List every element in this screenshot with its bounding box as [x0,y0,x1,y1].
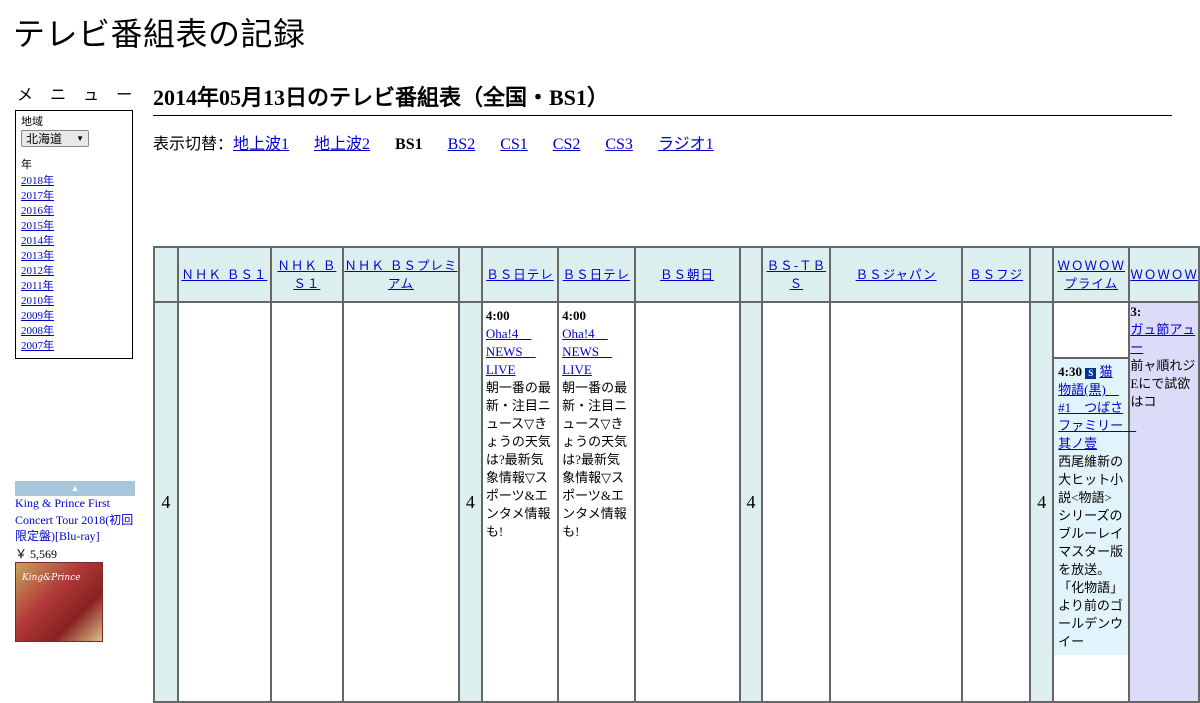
program-cell-empty [829,301,963,703]
hour-cell: 4 [1029,301,1055,703]
switch-current-bs1: BS1 [395,136,423,153]
switcher-label: 表示切替： [153,136,234,153]
channel-link[interactable]: ＢＳ朝日 [660,267,714,282]
year-link-2010[interactable]: 2010年 [21,295,54,307]
year-link-2015[interactable]: 2015年 [21,220,54,232]
menu-box: 地域 北海道 ▼ 年 2018年 2017年 2016年 2015年 2014年… [15,110,133,359]
ad-product-link[interactable]: King & Prince First Concert Tour 2018(初回… [15,495,137,545]
program-title-link[interactable]: Oha!4 NEWS LIVE [486,326,536,377]
channel-header: ＷＯＷＯＷプライム [1052,246,1131,303]
channel-link[interactable]: ＮＨＫ ＢＳプレミアム [344,258,457,291]
year-link-2012[interactable]: 2012年 [21,265,54,277]
program-title-link[interactable]: ガュ節アュー [1131,322,1195,355]
channel-header: ＮＨＫ ＢＳ１ [176,246,272,303]
channel-header: ＢＳ日テレ [480,246,560,303]
channel-link[interactable]: ＢＳフジ [969,267,1023,282]
ad-price: ￥ 5,569 [15,547,58,561]
channel-link[interactable]: ＮＨＫ ＢＳ１ [181,267,267,282]
program-time: 4:30 [1058,364,1082,379]
schedule-table: ＮＨＫ ＢＳ１ ＮＨＫ ＢＳ１ ＮＨＫ ＢＳプレミアム ＢＳ日テレ ＢＳ日テレ … [153,246,1200,703]
region-select-value: 北海道 [26,132,63,146]
program-time: 4:00 [485,308,510,323]
chevron-down-icon: ▼ [76,134,84,143]
program-block: 4:30 S 猫物語(黒) #1 つばさファミリー 其ノ壹 西尾維新の大ヒット小… [1054,359,1136,655]
program-block-empty [1054,303,1129,359]
program-cell: 4:30 S 猫物語(黒) #1 つばさファミリー 其ノ壹 西尾維新の大ヒット小… [1052,301,1136,703]
switch-link-cs2[interactable]: CS2 [553,136,581,153]
channel-link[interactable]: ＷＯＷＯＷ [1131,267,1197,282]
hour-cell: 4 [153,301,179,703]
hour-cell: 4 [738,301,764,703]
channel-header: ＷＯＷＯＷ [1128,246,1200,303]
program-description: 朝一番の最新・注目ニュース▽きょうの天気は?最新気象情報▽スポーツ&エンタメ情報… [485,380,551,539]
program-description: 前ャ順れジEにで試欲はコ [1130,358,1196,409]
menu-title: メ ニ ュ ー [17,85,139,104]
program-cell-empty [269,301,344,703]
year-link-2016[interactable]: 2016年 [21,205,54,217]
switch-link-terrestrial-1[interactable]: 地上波1 [233,136,289,153]
program-description: 朝一番の最新・注目ニュース▽きょうの天気は?最新気象情報▽スポーツ&エンタメ情報… [562,380,628,539]
switch-link-bs2[interactable]: BS2 [448,136,476,153]
program-cell-empty [633,301,741,703]
channel-link[interactable]: ＢＳ日テレ [563,267,631,282]
program-cell-empty [960,301,1032,703]
channel-header: ＢＳジャパン [829,246,963,303]
year-link-2014[interactable]: 2014年 [21,235,54,247]
switch-link-radio-1[interactable]: ラジオ1 [658,136,714,153]
ad-product-image[interactable]: King&Prince [15,562,103,642]
ad-scroll-up-button[interactable]: ▲ [15,481,135,496]
switch-link-terrestrial-2[interactable]: 地上波2 [314,136,370,153]
program-description: 西尾維新の大ヒット小説<物語>シリーズのブルーレイマスター版を放送。「化物語」よ… [1058,454,1124,649]
year-link-2009[interactable]: 2009年 [21,310,54,322]
program-time: 4:00 [562,308,587,323]
year-link-2007[interactable]: 2007年 [21,340,54,352]
program-cell: 3: ガュ節アュー 前ャ順れジEにで試欲はコ [1128,301,1200,703]
year-list: 2018年 2017年 2016年 2015年 2014年 2013年 2012… [21,174,127,354]
channel-header: ＢＳフジ [960,246,1032,303]
program-cell-empty [341,301,460,703]
year-label: 年 [21,159,32,171]
hour-header-cell [738,246,764,303]
page-title: 2014年05月13日のテレビ番組表（全国・BS1） [153,82,1172,116]
hour-header-cell [153,246,179,303]
year-link-2018[interactable]: 2018年 [21,175,54,187]
hour-header-cell [457,246,483,303]
channel-link[interactable]: ＷＯＷＯＷプライム [1057,258,1125,291]
program-cell-empty [761,301,832,703]
program-cell: 4:00 Oha!4 NEWS LIVE 朝一番の最新・注目ニュース▽きょうの天… [557,301,636,703]
region-label: 地域 [21,116,43,128]
subtitle-s-icon: S [1085,367,1097,379]
chevron-up-icon: ▲ [70,483,80,493]
channel-link[interactable]: ＮＨＫ ＢＳ１ [277,258,336,291]
channel-header: ＮＨＫ ＢＳ１ [269,246,344,303]
schedule-row: 4 4 4:00 Oha!4 NEWS LIVE 朝一番の最新・注目ニュース▽き… [153,301,1200,703]
year-link-2017[interactable]: 2017年 [21,190,54,202]
program-cell: 4:00 Oha!4 NEWS LIVE 朝一番の最新・注目ニュース▽きょうの天… [480,301,560,703]
channel-header: ＢＳ-ＴＢＳ [761,246,832,303]
program-time: 3: [1130,304,1142,319]
region-select[interactable]: 北海道 ▼ [21,130,89,147]
switch-link-cs3[interactable]: CS3 [605,136,633,153]
year-link-2008[interactable]: 2008年 [21,325,54,337]
program-cell-empty [176,301,272,703]
channel-link[interactable]: ＢＳ-ＴＢＳ [767,258,827,291]
ad-image-logo: King&Prince [22,573,81,583]
channel-header: ＢＳ朝日 [633,246,741,303]
program-title-link[interactable]: Oha!4 NEWS LIVE [562,326,612,377]
year-link-2013[interactable]: 2013年 [21,250,54,262]
hour-cell: 4 [457,301,483,703]
channel-link[interactable]: ＢＳジャパン [856,267,937,282]
view-switcher: 表示切替：地上波1 地上波2 BS1 BS2 CS1 CS2 CS3 ラジオ1 [153,135,735,155]
site-title: テレビ番組表の記録 [13,15,306,53]
channel-header-row: ＮＨＫ ＢＳ１ ＮＨＫ ＢＳ１ ＮＨＫ ＢＳプレミアム ＢＳ日テレ ＢＳ日テレ … [153,246,1200,303]
channel-header: ＮＨＫ ＢＳプレミアム [341,246,460,303]
switch-link-cs1[interactable]: CS1 [500,136,528,153]
year-link-2011[interactable]: 2011年 [21,280,54,292]
hour-header-cell [1029,246,1055,303]
channel-header: ＢＳ日テレ [557,246,636,303]
channel-link[interactable]: ＢＳ日テレ [486,267,554,282]
